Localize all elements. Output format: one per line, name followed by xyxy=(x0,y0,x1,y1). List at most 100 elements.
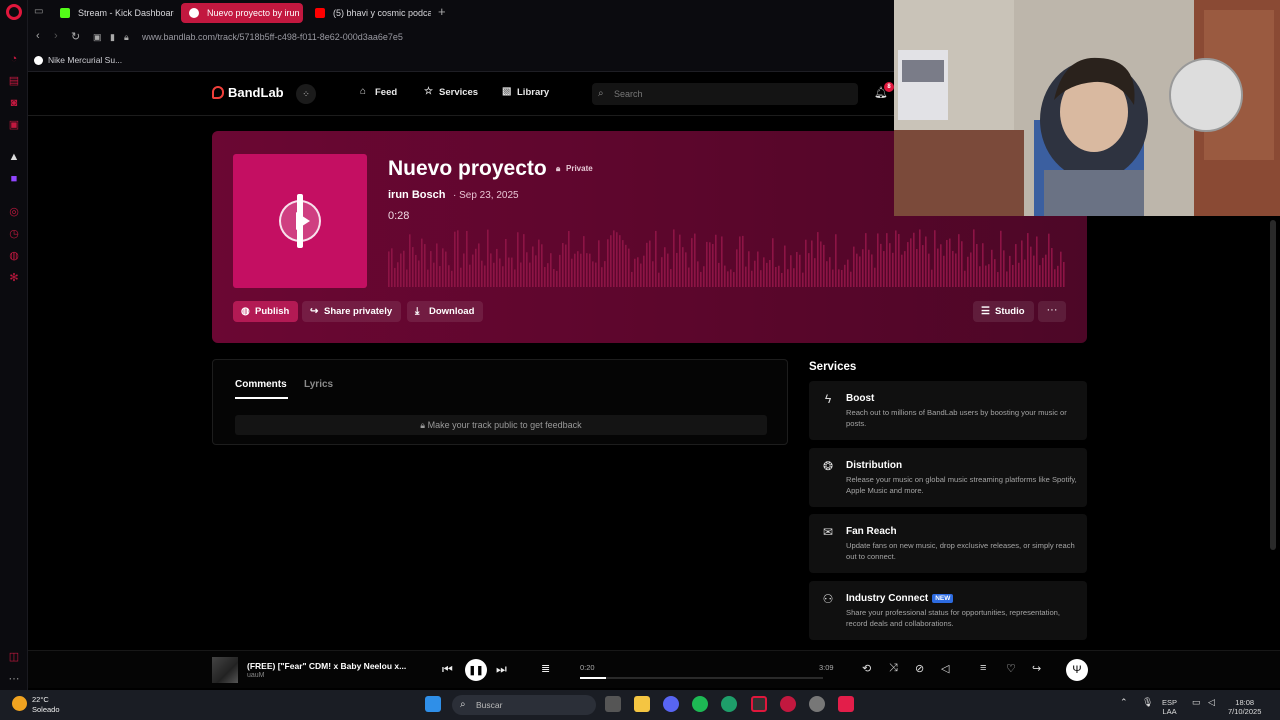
bookmark-item[interactable]: Nike Mercurial Su... xyxy=(34,55,122,65)
player-icon[interactable]: ◎ xyxy=(7,205,21,219)
next-icon[interactable]: ⏭︎ xyxy=(496,662,507,677)
extensions-icon[interactable]: ◫ xyxy=(7,650,21,664)
app-icon[interactable] xyxy=(809,696,825,712)
share-icon[interactable]: ↪ xyxy=(1032,662,1041,675)
now-playing-thumbnail[interactable] xyxy=(212,657,238,683)
wallet-icon[interactable]: ▣ xyxy=(93,32,102,43)
previous-icon[interactable]: ⏮︎ xyxy=(442,662,453,677)
tray-chevron-icon[interactable]: ⌃ xyxy=(1120,698,1128,707)
clock[interactable]: 18:08 7/10/2025 xyxy=(1228,698,1261,716)
microphone-icon[interactable]: 🎙︎ xyxy=(1142,698,1153,707)
tab-bandlab[interactable]: Nuevo proyecto by irun xyxy=(181,3,303,23)
tab-kick[interactable]: Stream - Kick Dashboard xyxy=(52,3,174,23)
more-icon[interactable]: ⋯ xyxy=(7,672,21,686)
add-to-playlist-icon[interactable]: ≡ xyxy=(980,662,986,674)
clock-icon[interactable]: ◷ xyxy=(7,227,21,241)
speaker-icon[interactable]: ◁ xyxy=(1208,698,1215,707)
waveform-bar xyxy=(715,234,717,287)
waveform-bar xyxy=(487,229,489,287)
bag-icon[interactable]: ▤ xyxy=(7,74,21,88)
waveform-bar xyxy=(883,251,885,287)
pause-button[interactable]: ❚❚ xyxy=(465,659,487,681)
whatsapp-icon[interactable]: ▣ xyxy=(7,118,21,132)
search-input[interactable]: ⌕ Search xyxy=(592,83,858,105)
waveform-bar xyxy=(406,269,408,287)
studio-button[interactable]: ☰ Studio xyxy=(973,301,1034,322)
waveform-bar xyxy=(1042,257,1044,287)
settings-icon[interactable]: ✻ xyxy=(7,271,21,285)
now-playing-title[interactable]: (FREE) ["Fear" CDM! x Baby Neelou x... xyxy=(247,661,406,671)
chrome-icon[interactable] xyxy=(721,696,737,712)
publish-button[interactable]: ◍ Publish xyxy=(233,301,299,322)
taskbar-search[interactable]: ⌕ Buscar xyxy=(452,695,596,715)
service-distribution[interactable]: ❂ Distribution Release your music on glo… xyxy=(809,448,1087,507)
download-button[interactable]: ⤓ Download xyxy=(407,301,484,322)
waveform-bar xyxy=(856,253,858,287)
new-tab-button[interactable]: + xyxy=(438,4,446,19)
language-indicator[interactable]: ESP LAA xyxy=(1162,698,1177,716)
shuffle-icon[interactable]: ⤨ xyxy=(889,662,898,675)
discord-icon[interactable] xyxy=(663,696,679,712)
waveform-bar xyxy=(901,254,903,287)
waveform-bar xyxy=(970,252,972,287)
page-scrollbar[interactable] xyxy=(1270,220,1276,550)
tab-lyrics[interactable]: Lyrics xyxy=(304,379,333,390)
forward-icon[interactable]: › xyxy=(54,30,58,42)
repeat-icon[interactable]: ⟲ xyxy=(862,662,871,675)
windows-start-icon[interactable] xyxy=(425,696,441,712)
waveform-bar xyxy=(739,236,741,287)
task-view-icon[interactable] xyxy=(605,696,621,712)
nav-feed[interactable]: ⌂ Feed xyxy=(360,86,397,98)
waveform-bar xyxy=(1048,233,1050,287)
display-icon[interactable]: ▭ xyxy=(1192,698,1201,707)
bandlab-logo[interactable]: BandLab xyxy=(212,85,284,100)
waveform-bar xyxy=(784,245,786,287)
history-icon[interactable]: ◔ xyxy=(7,52,21,66)
now-playing-artist[interactable]: uauM xyxy=(247,672,265,679)
tiktok-icon[interactable] xyxy=(838,696,854,712)
shield-icon[interactable] xyxy=(751,696,767,712)
share-icon: ↪ xyxy=(310,306,319,317)
reload-icon[interactable]: ↻ xyxy=(71,30,80,43)
service-boost[interactable]: ϟ Boost Reach out to millions of BandLab… xyxy=(809,381,1087,440)
track-artist[interactable]: irun Bosch xyxy=(388,189,445,201)
tab-menu-icon[interactable]: ▭ xyxy=(34,6,46,18)
waveform-bar xyxy=(496,248,498,287)
waveform-bar xyxy=(727,271,729,287)
service-industry-connect[interactable]: ⚇ Industry Connect NEW Share your profess… xyxy=(809,581,1087,640)
service-fan-reach[interactable]: ✉ Fan Reach Update fans on new music, dr… xyxy=(809,514,1087,573)
waveform[interactable] xyxy=(388,227,1066,287)
weather-desc: Soleado xyxy=(32,705,60,714)
bookmark-icon[interactable]: ▮ xyxy=(110,32,115,43)
opera-icon[interactable] xyxy=(780,696,796,712)
nav-services[interactable]: ☆ Services xyxy=(424,86,478,98)
mute-icon[interactable]: ⊘ xyxy=(915,662,924,675)
nav-library[interactable]: ▧ Library xyxy=(502,86,549,98)
waveform-bar xyxy=(412,247,414,287)
progress-track[interactable] xyxy=(580,677,823,679)
heart-icon[interactable]: ♡ xyxy=(1006,662,1016,675)
track-cover[interactable] xyxy=(233,154,367,288)
url-text[interactable]: www.bandlab.com/track/5718b5ff-c498-f011… xyxy=(142,32,403,42)
people-icon: ⚇ xyxy=(822,592,834,606)
file-explorer-icon[interactable] xyxy=(634,696,650,712)
tab-youtube[interactable]: (5) bhavi y cosmic podcast xyxy=(307,3,431,23)
apps-grid-icon[interactable]: ⁘ xyxy=(296,84,316,104)
weather-widget[interactable]: 22°C Soleado xyxy=(12,695,60,715)
messenger-icon[interactable]: ◙ xyxy=(7,96,21,110)
pin-icon[interactable]: ◍ xyxy=(7,249,21,263)
twitch-icon[interactable]: ■ xyxy=(7,172,21,186)
waveform-bar xyxy=(637,257,639,287)
volume-icon[interactable]: ◁ xyxy=(941,662,949,675)
spotify-icon[interactable] xyxy=(692,696,708,712)
share-privately-button[interactable]: ↪ Share privately xyxy=(302,301,402,322)
waveform-bar xyxy=(838,269,840,287)
queue-icon[interactable]: ≣ xyxy=(541,662,550,675)
back-icon[interactable]: ‹ xyxy=(36,30,40,42)
fork-icon[interactable]: Ψ xyxy=(1066,659,1088,681)
nike-icon xyxy=(34,56,43,65)
tab-comments[interactable]: Comments xyxy=(235,379,287,390)
opera-logo-icon[interactable] xyxy=(6,4,22,20)
ai-icon[interactable]: ▲ xyxy=(7,150,21,164)
more-options-button[interactable]: ··· xyxy=(1038,301,1066,322)
